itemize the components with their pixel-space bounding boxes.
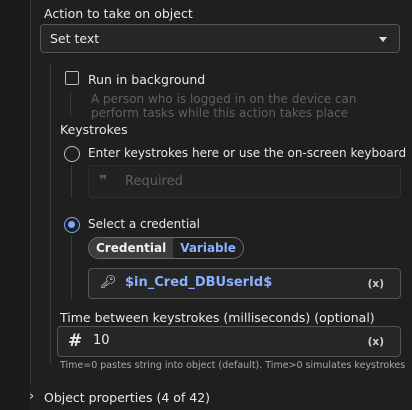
clear-credential-button[interactable]: (x) [368,278,384,290]
credential-rail [71,236,72,300]
action-dropdown-value: Set text [50,31,100,46]
select-credential-label: Select a credential [88,217,200,231]
delay-value: 10 [93,333,110,348]
credential-type-toggle: Credential Variable [88,237,244,259]
object-properties-toggle[interactable]: Object properties (4 of 42) [44,390,210,405]
chevron-right-icon[interactable]: › [29,389,34,404]
enter-keystrokes-radio[interactable] [64,146,80,162]
keystrokes-placeholder: Required [125,174,183,189]
outer-rail [30,0,31,385]
action-dropdown[interactable]: Set text [40,24,400,53]
quote-icon: ❞ [99,173,108,189]
enter-keystrokes-rail [71,165,72,198]
tab-variable[interactable]: Variable [173,238,243,258]
clear-delay-button[interactable]: (x) [368,336,384,348]
tab-credential[interactable]: Credential [89,238,174,258]
run-background-help: A person who is logged in on the device … [91,92,357,120]
credential-value: $in_Cred_DBUserId$ [125,275,273,290]
keystrokes-input[interactable]: ❞ Required [88,165,401,198]
run-background-label: Run in background [88,72,206,87]
keystrokes-heading: Keystrokes [60,122,128,137]
run-background-rail [70,92,71,116]
section-rail [50,64,51,364]
credential-field[interactable]: 🔑︎ $in_Cred_DBUserId$ (x) [88,268,401,299]
chevron-down-icon [379,36,387,42]
number-icon: # [68,331,83,351]
action-label: Action to take on object [44,6,193,21]
run-background-checkbox[interactable] [65,71,79,85]
delay-label: Time between keystrokes (milliseconds) (… [60,310,375,325]
enter-keystrokes-label: Enter keystrokes here or use the on-scre… [88,146,407,160]
delay-help: Time=0 pastes string into object (defaul… [60,360,406,371]
left-frame [0,0,30,410]
key-icon: 🔑︎ [100,275,117,290]
select-credential-radio[interactable] [64,217,80,233]
delay-input[interactable]: # 10 (x) [57,326,401,357]
